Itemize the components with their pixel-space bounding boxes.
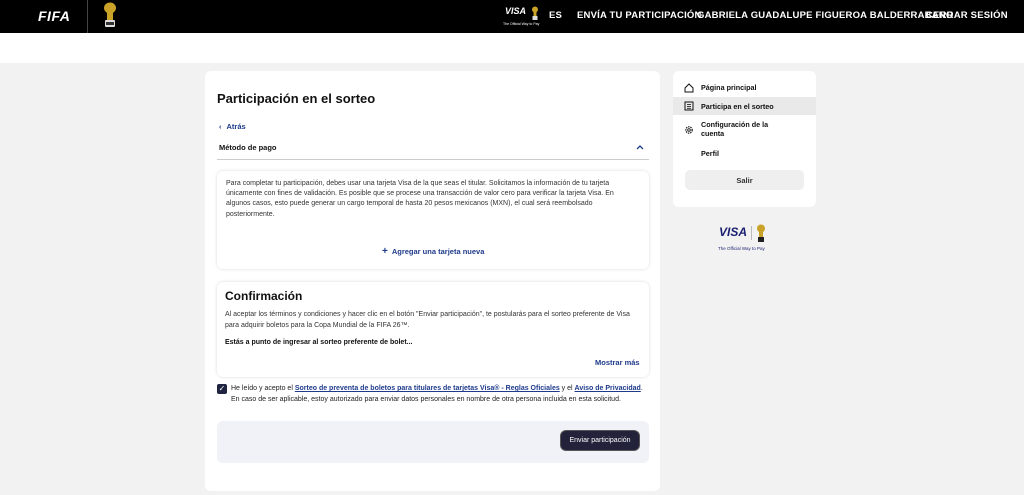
sidebar-item-settings[interactable]: Configuración de la cuenta xyxy=(673,118,816,140)
payment-info-text: Para completar tu participación, debes u… xyxy=(226,180,614,218)
logo-divider xyxy=(751,226,752,240)
sidebar-item-label: Página principal xyxy=(701,83,757,92)
sidebar-item-label: Participa en el sorteo xyxy=(701,102,774,111)
sidebar-menu: Página principal Participa en el sorteo … xyxy=(673,71,816,207)
add-card-label: Agregar una tarjeta nueva xyxy=(391,247,485,256)
section-divider xyxy=(217,159,649,160)
official-rules-link[interactable]: Sorteo de preventa de boletos para titul… xyxy=(295,385,560,392)
sidebar-item-label: Perfil xyxy=(701,149,719,158)
consent-text: He leído y acepto el Sorteo de preventa … xyxy=(231,385,643,403)
sidebar-item-home[interactable]: Página principal xyxy=(673,80,816,96)
raffle-entry-card: Participación en el sorteo ‹ Atrás Método… xyxy=(205,71,660,491)
trophy-icon xyxy=(532,6,538,20)
list-icon xyxy=(684,101,694,111)
visa-logo: VISA The Official Way to Pay xyxy=(503,6,540,26)
language-selector[interactable]: ES xyxy=(549,10,562,21)
logout-button[interactable]: Salir xyxy=(685,170,804,190)
confirmation-bold-text: Estás a punto de ingresar al sorteo pref… xyxy=(225,339,413,346)
chevron-left-icon: ‹ xyxy=(219,122,222,131)
plus-icon: + xyxy=(382,246,388,257)
top-navigation-bar: FIFA VISA The Official Way to Pay ES ENV… xyxy=(0,0,1024,33)
page-title: Participación en el sorteo xyxy=(217,91,376,106)
privacy-notice-link[interactable]: Aviso de Privacidad xyxy=(575,385,641,392)
back-link[interactable]: ‹ Atrás xyxy=(219,122,246,131)
nav-user-name[interactable]: GABRIELA GUADALUPE FIGUEROA BALDERRABANO xyxy=(697,10,953,21)
confirmation-panel: Confirmación Al aceptar los términos y c… xyxy=(217,282,649,377)
sidebar-item-label: Configuración de la cuenta xyxy=(701,120,769,138)
sidebar-item-raffle[interactable]: Participa en el sorteo xyxy=(673,97,816,115)
confirmation-title: Confirmación xyxy=(225,289,303,303)
home-icon xyxy=(684,83,694,93)
sidebar-item-profile[interactable]: Perfil xyxy=(673,147,816,161)
nav-submit-entry[interactable]: ENVÍA TU PARTICIPACIÓN xyxy=(577,10,702,21)
logo-divider xyxy=(87,0,88,33)
fifa-logo[interactable]: FIFA xyxy=(38,8,70,24)
trophy-icon xyxy=(757,224,765,242)
back-label: Atrás xyxy=(226,122,246,131)
world-cup-trophy-icon xyxy=(104,2,116,27)
visa-footer-logo: VISA The Official Way to Pay xyxy=(718,224,765,251)
payment-method-header[interactable]: Método de pago xyxy=(219,143,277,152)
subheader-strip xyxy=(0,33,1024,63)
show-more-link[interactable]: Mostrar más xyxy=(595,358,640,367)
chevron-up-icon[interactable] xyxy=(636,144,644,150)
submit-entry-button[interactable]: Enviar participación xyxy=(560,430,640,451)
submit-area: Enviar participación xyxy=(217,421,649,463)
nav-logout[interactable]: CERRAR SESIÓN xyxy=(926,10,1008,21)
confirmation-text: Al aceptar los términos y condiciones y … xyxy=(225,311,630,329)
gear-icon xyxy=(685,126,693,134)
consent-checkbox[interactable]: ✓ xyxy=(217,384,227,394)
payment-method-panel: Para completar tu participación, debes u… xyxy=(217,171,649,269)
add-card-button[interactable]: + Agregar una tarjeta nueva xyxy=(382,246,484,257)
